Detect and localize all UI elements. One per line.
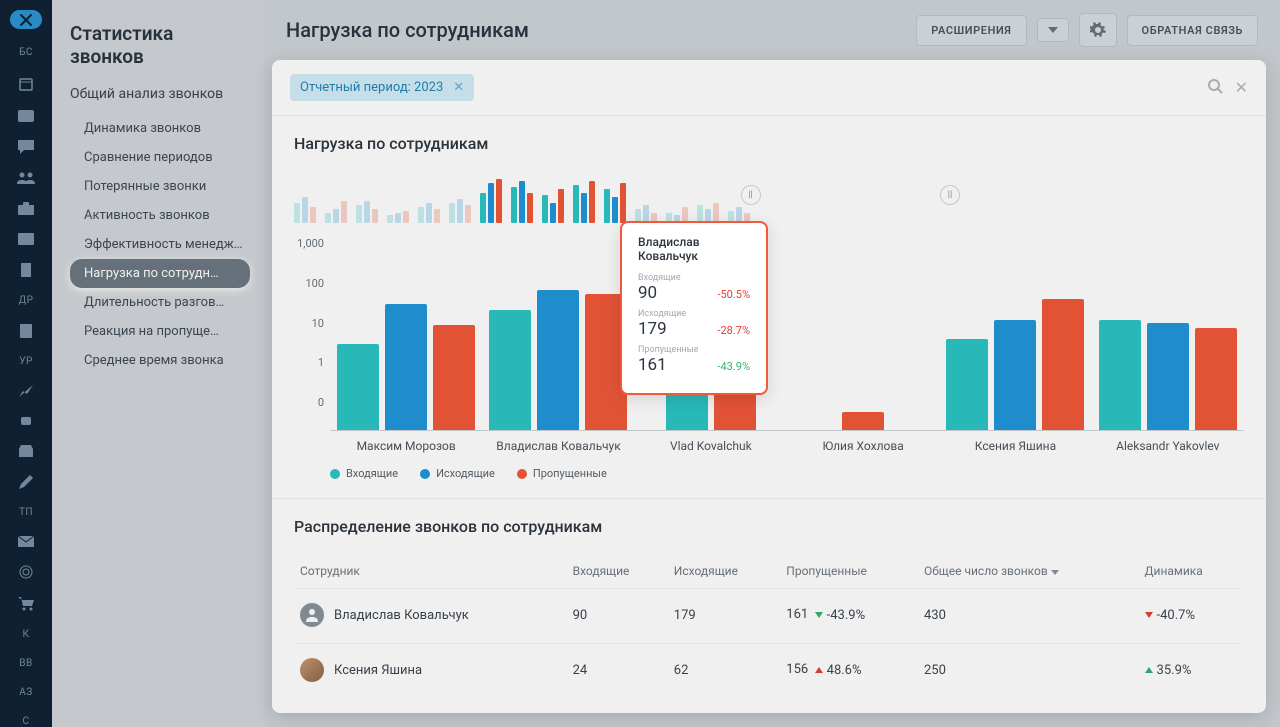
filter-chip-label: Отчетный период: 2023 (300, 80, 443, 95)
topbar: Нагрузка по сотрудникам РАСШИРЕНИЯ ОБРАТ… (264, 0, 1280, 60)
table-row[interactable]: Владислав Ковальчук 90 179 161 -43.9% 43… (296, 588, 1242, 641)
chart-icon[interactable] (17, 385, 35, 397)
sidebar: Статистика звонков Общий анализ звонков … (52, 0, 264, 727)
y-axis: 1,000 100 10 1 0 (294, 231, 330, 431)
chart-tooltip: Владислав Ковальчук Входящие90-50.5% Исх… (620, 221, 768, 395)
robot-icon[interactable] (17, 415, 35, 427)
main-chart: 1,000 100 10 1 0 Владисл (294, 231, 1244, 431)
gear-icon (1090, 22, 1106, 38)
calendar-icon[interactable] (17, 76, 35, 92)
sidebar-title: Статистика звонков (70, 22, 250, 68)
extensions-button[interactable]: РАСШИРЕНИЯ (916, 15, 1026, 46)
iconbar-item[interactable]: ТП (19, 507, 33, 518)
sidebar-section[interactable]: Общий анализ звонков (70, 86, 250, 102)
sidebar-item[interactable]: Среднее время звонка (70, 346, 250, 375)
sidebar-item-active[interactable]: Нагрузка по сотрудн… (70, 259, 250, 288)
pen-icon[interactable] (17, 475, 35, 489)
col-incoming[interactable]: Входящие (569, 556, 668, 586)
card-icon[interactable] (17, 110, 35, 122)
sidebar-item[interactable]: Длительность разгов… (70, 288, 250, 317)
doc-icon[interactable] (17, 324, 35, 338)
range-handle-left[interactable]: || (741, 185, 761, 205)
main: Нагрузка по сотрудникам РАСШИРЕНИЯ ОБРАТ… (264, 0, 1280, 727)
briefcase-icon[interactable] (17, 202, 35, 215)
sidebar-item[interactable]: Динамика звонков (70, 114, 250, 143)
chip-remove-icon[interactable]: ✕ (453, 80, 464, 95)
chart-card: Нагрузка по сотрудникам || || (272, 116, 1266, 499)
cart-icon[interactable] (17, 597, 35, 611)
sidebar-item[interactable]: Сравнение периодов (70, 143, 250, 172)
iconbar-item[interactable]: К (23, 629, 30, 640)
extensions-dropdown[interactable] (1037, 18, 1069, 42)
clear-icon[interactable]: ✕ (1235, 78, 1248, 97)
filter-bar: Отчетный период: 2023 ✕ ✕ (272, 60, 1266, 116)
table-card: Распределение звонков по сотрудникам Сот… (272, 499, 1266, 713)
col-total[interactable]: Общее число звонков (920, 556, 1139, 586)
chart-title: Нагрузка по сотрудникам (294, 134, 1244, 153)
sort-icon (1051, 570, 1059, 575)
avatar (300, 603, 324, 627)
settings-button[interactable] (1079, 13, 1117, 47)
page-title: Нагрузка по сотрудникам (286, 18, 906, 42)
tooltip-name: Владислав Ковальчук (638, 235, 750, 263)
left-iconbar: БС ДР УР ТП К ВВ АЗ С (0, 0, 52, 727)
chart-plot[interactable]: Владислав Ковальчук Входящие90-50.5% Исх… (330, 231, 1244, 431)
id-icon[interactable] (17, 233, 35, 245)
store-icon[interactable] (17, 445, 35, 457)
sidebar-item[interactable]: Реакция на пропуще… (70, 317, 250, 346)
sidebar-item[interactable]: Потерянные звонки (70, 172, 250, 201)
chart-legend: Входящие Исходящие Пропущенные (330, 467, 1244, 480)
iconbar-item[interactable]: АЗ (19, 687, 32, 698)
feedback-button[interactable]: ОБРАТНАЯ СВЯЗЬ (1127, 15, 1258, 46)
col-outgoing[interactable]: Исходящие (670, 556, 780, 586)
col-employee[interactable]: Сотрудник (296, 556, 567, 586)
sidebar-item[interactable]: Эффективность менедж… (70, 230, 250, 259)
table-title: Распределение звонков по сотрудникам (294, 517, 1244, 536)
building-icon[interactable] (17, 263, 35, 277)
users-icon[interactable] (17, 172, 35, 184)
search-icon[interactable] (1207, 78, 1223, 98)
col-dynamics[interactable]: Динамика (1141, 556, 1242, 586)
iconbar-item[interactable]: ВВ (19, 658, 32, 669)
chevron-down-icon (1048, 27, 1058, 33)
filter-chip[interactable]: Отчетный период: 2023 ✕ (290, 74, 474, 101)
iconbar-item[interactable]: БС (19, 47, 33, 58)
col-missed[interactable]: Пропущенные (782, 556, 918, 586)
mail-icon[interactable] (17, 536, 35, 547)
close-icon[interactable] (10, 10, 42, 29)
content-panel: Отчетный период: 2023 ✕ ✕ Нагрузка по со… (272, 60, 1266, 713)
iconbar-item[interactable]: С (22, 716, 29, 727)
iconbar-item[interactable]: ДР (19, 295, 34, 306)
avatar (300, 658, 324, 682)
data-table: Сотрудник Входящие Исходящие Пропущенные… (294, 554, 1244, 698)
table-row[interactable]: Ксения Яшина 24 62 156 48.6% 250 35.9% (296, 643, 1242, 696)
mini-chart[interactable]: || || (294, 167, 1244, 223)
iconbar-item[interactable]: УР (19, 356, 33, 367)
sidebar-item[interactable]: Активность звонков (70, 201, 250, 230)
target-icon[interactable] (17, 565, 35, 579)
x-axis-labels: Максим Морозов Владислав Ковальчук Vlad … (330, 431, 1244, 453)
chat-icon[interactable] (17, 140, 35, 154)
range-handle-right[interactable]: || (940, 185, 960, 205)
